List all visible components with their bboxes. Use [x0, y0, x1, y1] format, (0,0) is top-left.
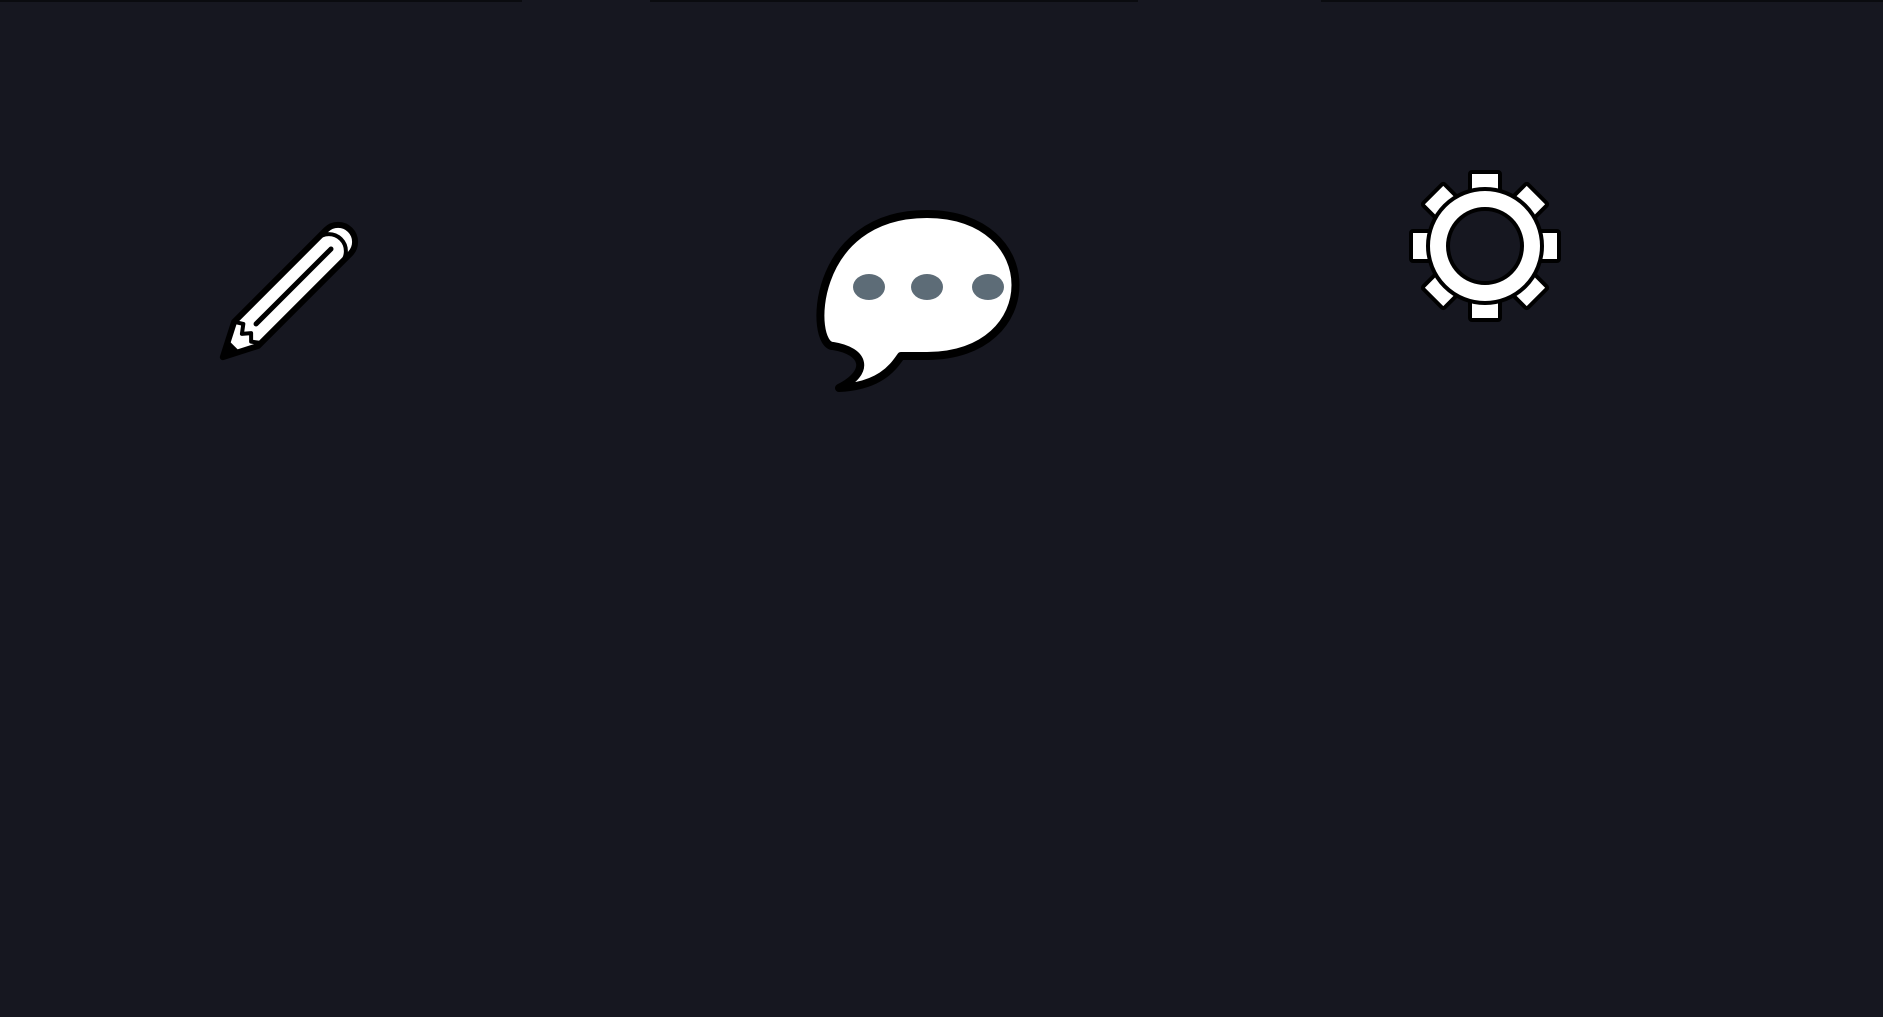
app-screen — [0, 0, 1883, 1017]
settings-button[interactable] — [1400, 168, 1570, 323]
chat-dot — [911, 274, 943, 300]
pencil-icon — [219, 221, 359, 361]
edit-button[interactable] — [180, 180, 400, 400]
speech-bubble-ellipsis-icon — [816, 210, 1020, 392]
chat-dot — [853, 274, 885, 300]
top-edge-segment — [650, 0, 1138, 2]
gear-icon — [1409, 170, 1561, 322]
chat-dot — [972, 274, 1004, 300]
top-edge-segment — [1321, 0, 1883, 2]
chat-button[interactable] — [795, 200, 1060, 400]
top-edge-segment — [0, 0, 522, 2]
